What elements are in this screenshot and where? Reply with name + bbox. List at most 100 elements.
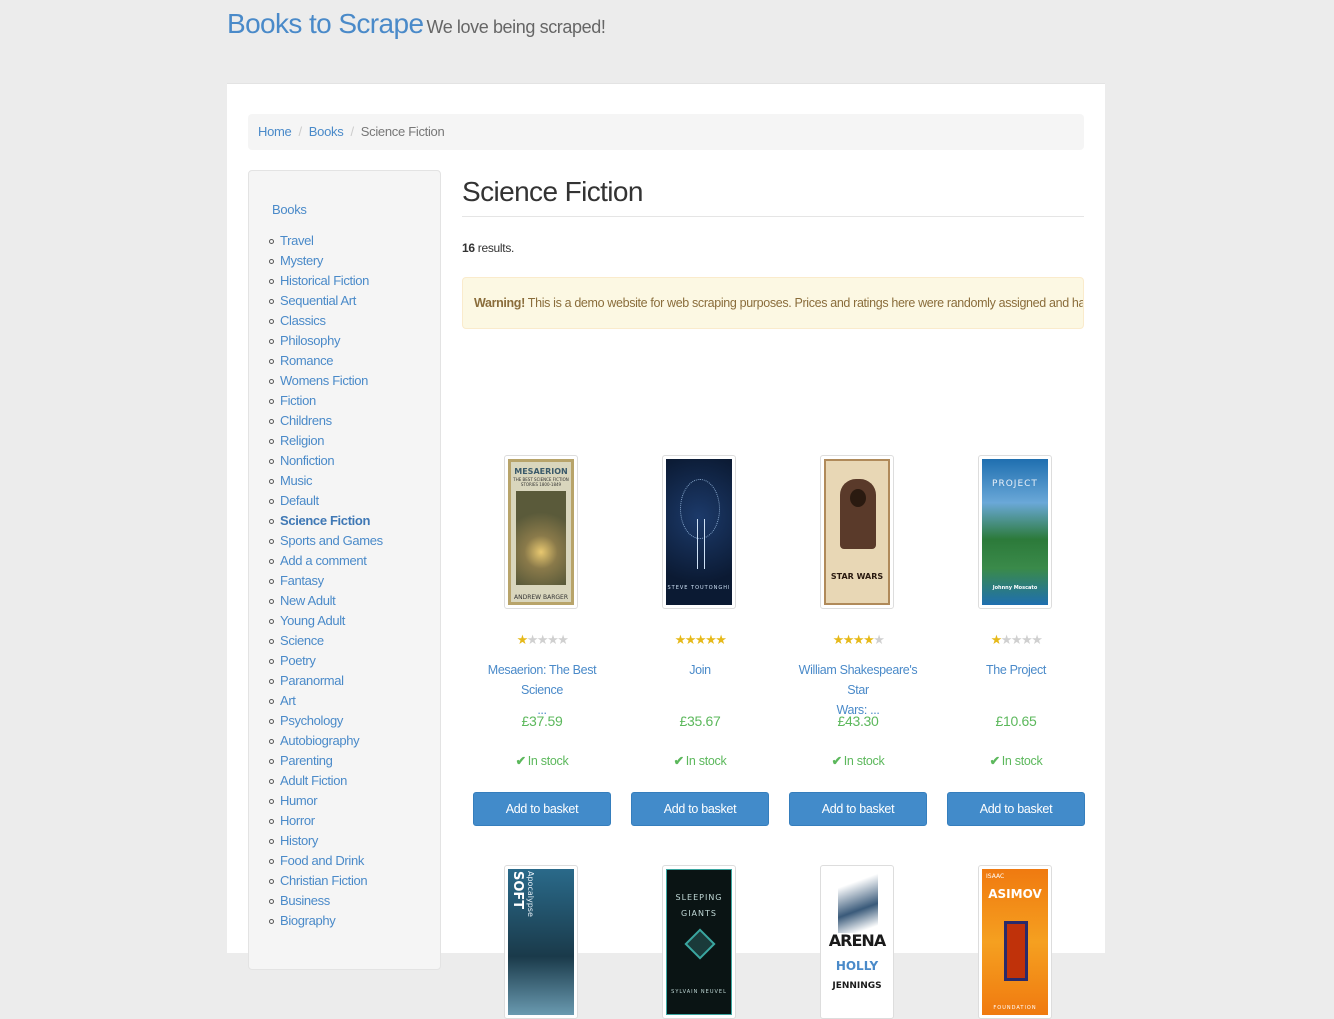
book-title-link[interactable]: William Shakespeare's Star Wars: ...	[799, 663, 918, 717]
sidebar-item-label[interactable]: New Adult	[280, 593, 336, 608]
sidebar-item-religion[interactable]: Religion	[269, 431, 383, 451]
add-to-basket-button[interactable]: Add to basket	[947, 792, 1085, 826]
sidebar-item-classics[interactable]: Classics	[269, 311, 383, 331]
sidebar-item-label[interactable]: Childrens	[280, 413, 332, 428]
sidebar-item-label[interactable]: Biography	[280, 913, 336, 928]
sidebar-item-business[interactable]: Business	[269, 891, 383, 911]
sidebar-item-travel[interactable]: Travel	[269, 231, 383, 251]
breadcrumb-home[interactable]: Home	[258, 124, 292, 139]
sidebar-item-label[interactable]: Humor	[280, 793, 318, 808]
book-cover[interactable]: ISAAC ASIMOV FOUNDATION	[978, 865, 1052, 1019]
star-rating: ★★★★★	[473, 632, 611, 648]
book-cover[interactable]: ARENA HOLLY JENNINGS	[820, 865, 894, 1019]
sidebar-item-label[interactable]: History	[280, 833, 318, 848]
sidebar-root-books[interactable]: Books	[272, 202, 307, 217]
sidebar-item-label[interactable]: Young Adult	[280, 613, 345, 628]
sidebar-item-philosophy[interactable]: Philosophy	[269, 331, 383, 351]
sidebar-item-label[interactable]: Paranormal	[280, 673, 344, 688]
bullet-icon	[269, 739, 274, 744]
book-cover-image: PROJECT Johnny Moscato	[982, 459, 1048, 605]
sidebar-item-label[interactable]: Music	[280, 473, 313, 488]
add-to-basket-button[interactable]: Add to basket	[473, 792, 611, 826]
sidebar-item-label[interactable]: Travel	[280, 233, 314, 248]
sidebar-item-label[interactable]: Autobiography	[280, 733, 360, 748]
sidebar-item-paranormal[interactable]: Paranormal	[269, 671, 383, 691]
sidebar-item-music[interactable]: Music	[269, 471, 383, 491]
sidebar-item-label[interactable]: Science	[280, 633, 324, 648]
sidebar-item-science[interactable]: Science	[269, 631, 383, 651]
book-cover[interactable]: PROJECT Johnny Moscato	[978, 455, 1052, 609]
book-cover[interactable]: STAR WARS	[820, 455, 894, 609]
sidebar-item-art[interactable]: Art	[269, 691, 383, 711]
sidebar-item-autobiography[interactable]: Autobiography	[269, 731, 383, 751]
sidebar-item-poetry[interactable]: Poetry	[269, 651, 383, 671]
book-cover[interactable]: STEVE TOUTONGHI	[662, 455, 736, 609]
sidebar-item-label[interactable]: Poetry	[280, 653, 316, 668]
sidebar-item-romance[interactable]: Romance	[269, 351, 383, 371]
sidebar-item-label[interactable]: Business	[280, 893, 330, 908]
book-title-link[interactable]: Join	[689, 663, 711, 677]
sidebar-item-label[interactable]: Food and Drink	[280, 853, 364, 868]
sidebar-item-new-adult[interactable]: New Adult	[269, 591, 383, 611]
book-price: £37.59	[521, 713, 563, 729]
book-cover[interactable]: SLEEPING GIANTS SYLVAIN NEUVEL	[662, 865, 736, 1019]
book-cover-image: ARENA HOLLY JENNINGS	[824, 869, 890, 1015]
sidebar-item-young-adult[interactable]: Young Adult	[269, 611, 383, 631]
sidebar-item-biography[interactable]: Biography	[269, 911, 383, 931]
sidebar-item-mystery[interactable]: Mystery	[269, 251, 383, 271]
sidebar-item-label[interactable]: Psychology	[280, 713, 343, 728]
sidebar-item-fiction[interactable]: Fiction	[269, 391, 383, 411]
book-title-link[interactable]: Mesaerion: The Best Science...	[488, 663, 597, 717]
bullet-icon	[269, 559, 274, 564]
sidebar-item-label[interactable]: Sequential Art	[280, 293, 356, 308]
sidebar-item-historical-fiction[interactable]: Historical Fiction	[269, 271, 383, 291]
sidebar-item-label[interactable]: Christian Fiction	[280, 873, 368, 888]
sidebar-item-label[interactable]: Womens Fiction	[280, 373, 368, 388]
sidebar-item-default[interactable]: Default	[269, 491, 383, 511]
star-icon: ★	[526, 632, 539, 647]
sidebar-item-label[interactable]: Classics	[280, 313, 326, 328]
tagline: We love being scraped!	[426, 17, 606, 37]
sidebar-item-add-a-comment[interactable]: Add a comment	[269, 551, 383, 571]
sidebar-item-label[interactable]: Nonfiction	[280, 453, 335, 468]
sidebar-item-label[interactable]: Religion	[280, 433, 325, 448]
check-icon: ✔	[515, 754, 526, 768]
sidebar-item-label[interactable]: Fiction	[280, 393, 316, 408]
add-to-basket-button[interactable]: Add to basket	[789, 792, 927, 826]
sidebar-item-label[interactable]: Sports and Games	[280, 533, 383, 548]
sidebar-item-sequential-art[interactable]: Sequential Art	[269, 291, 383, 311]
sidebar-item-childrens[interactable]: Childrens	[269, 411, 383, 431]
sidebar-item-womens-fiction[interactable]: Womens Fiction	[269, 371, 383, 391]
sidebar-item-label[interactable]: Default	[280, 493, 319, 508]
sidebar-item-parenting[interactable]: Parenting	[269, 751, 383, 771]
breadcrumb-books[interactable]: Books	[309, 124, 344, 139]
sidebar-item-adult-fiction[interactable]: Adult Fiction	[269, 771, 383, 791]
sidebar-item-fantasy[interactable]: Fantasy	[269, 571, 383, 591]
sidebar-item-label[interactable]: Parenting	[280, 753, 333, 768]
sidebar-item-label[interactable]: Historical Fiction	[280, 273, 369, 288]
book-cover[interactable]: SOFT Apocalypse	[504, 865, 578, 1019]
sidebar-item-label[interactable]: Art	[280, 693, 296, 708]
sidebar-item-label[interactable]: Philosophy	[280, 333, 340, 348]
sidebar-item-humor[interactable]: Humor	[269, 791, 383, 811]
sidebar-item-label[interactable]: Add a comment	[280, 553, 367, 568]
sidebar-item-sports-and-games[interactable]: Sports and Games	[269, 531, 383, 551]
book-cover[interactable]: MESAERION THE BEST SCIENCE FICTION STORI…	[504, 455, 578, 609]
sidebar-item-label[interactable]: Fantasy	[280, 573, 324, 588]
sidebar-item-horror[interactable]: Horror	[269, 811, 383, 831]
sidebar-item-label[interactable]: Adult Fiction	[280, 773, 347, 788]
sidebar-item-science-fiction[interactable]: Science Fiction	[269, 511, 383, 531]
sidebar-item-nonfiction[interactable]: Nonfiction	[269, 451, 383, 471]
sidebar-item-christian-fiction[interactable]: Christian Fiction	[269, 871, 383, 891]
sidebar-item-label[interactable]: Mystery	[280, 253, 323, 268]
sidebar-item-psychology[interactable]: Psychology	[269, 711, 383, 731]
sidebar-item-label[interactable]: Horror	[280, 813, 315, 828]
book-title-link[interactable]: The Project	[986, 663, 1046, 677]
sidebar-item-history[interactable]: History	[269, 831, 383, 851]
star-icon: ★	[1000, 632, 1013, 647]
sidebar-item-food-and-drink[interactable]: Food and Drink	[269, 851, 383, 871]
sidebar-item-label[interactable]: Romance	[280, 353, 334, 368]
sidebar-item-label[interactable]: Science Fiction	[280, 513, 370, 528]
add-to-basket-button[interactable]: Add to basket	[631, 792, 769, 826]
brand-link[interactable]: Books to Scrape	[227, 8, 424, 39]
